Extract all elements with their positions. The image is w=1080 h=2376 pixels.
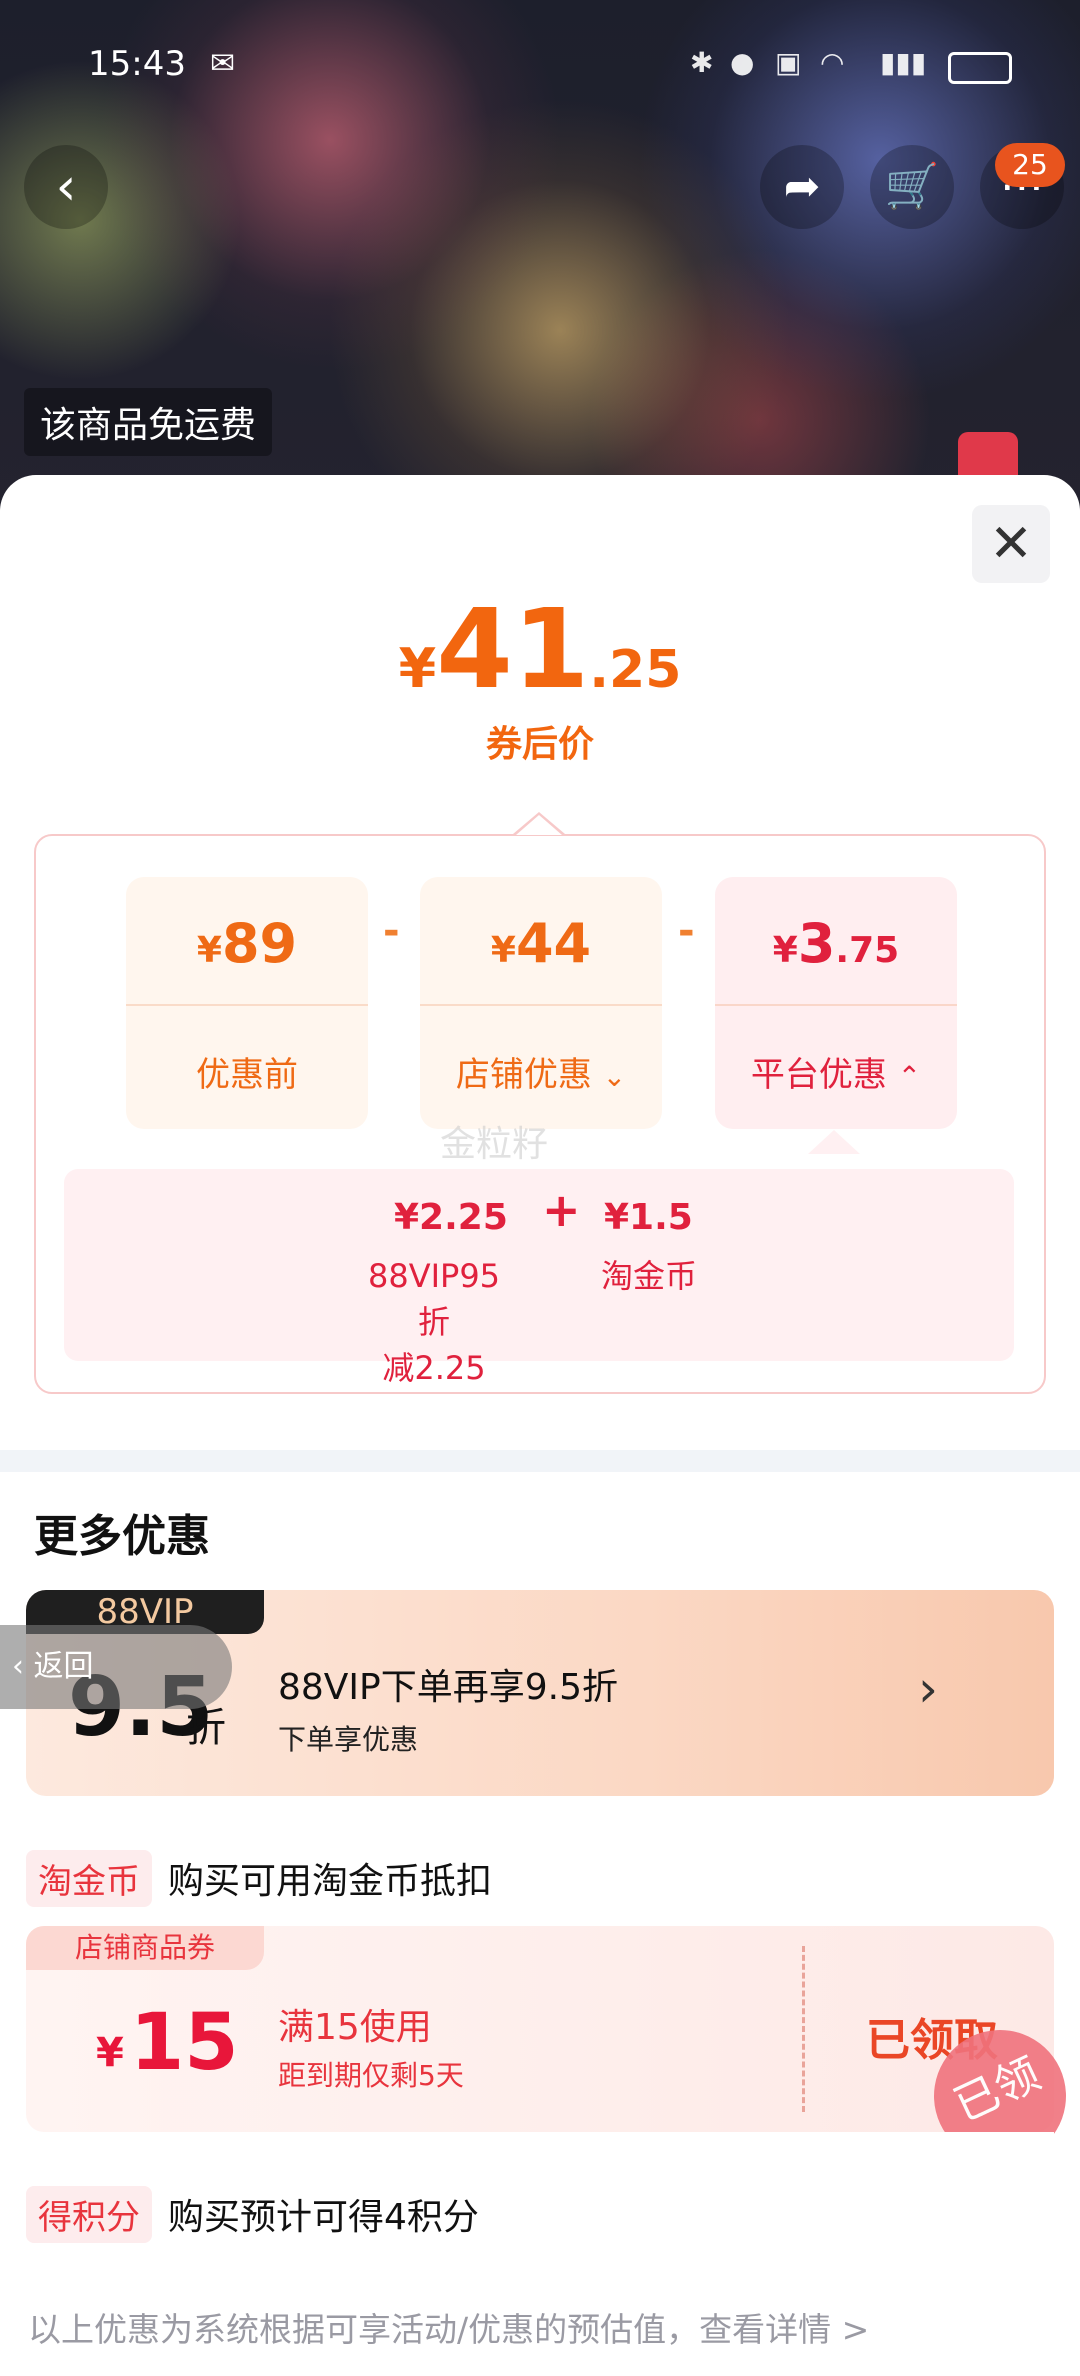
vip-offer-title: 88VIP下单再享9.5折 — [278, 1667, 619, 1708]
taojinbi-text: 购买可用淘金币抵扣 — [168, 1861, 493, 1902]
platform-decimal: .75 — [835, 930, 900, 971]
coupon-amount: 15 — [130, 1998, 239, 2088]
free-shipping-label: 该商品免运费 — [24, 388, 273, 456]
section-divider — [0, 1450, 1080, 1472]
price-integer: 41 — [436, 585, 590, 713]
chevron-down-icon: ⌄ — [602, 1060, 627, 1093]
bluetooth-icon: ✱ — [690, 46, 714, 79]
coupon-expiry: 距到期仅剩5天 — [278, 2059, 464, 2092]
price-label: 券后价 — [485, 724, 594, 765]
cart-icon[interactable]: 🛒 — [870, 145, 954, 229]
final-price: ¥41.25 — [0, 585, 1080, 713]
vip-discount-sublabel: 减2.25 — [382, 1349, 486, 1387]
platform-currency: ¥ — [772, 930, 798, 971]
disclaimer-link[interactable]: 以上优惠为系统根据可享活动/优惠的预估值，查看详情 > — [28, 2303, 869, 2351]
cart-count-badge: 25 — [995, 143, 1065, 187]
minus-sign: - — [678, 908, 695, 954]
location-icon: ● — [730, 46, 755, 79]
status-bar: 15:43 ✉ ✱ ● ▣ ◠ ▮▮▮ — [0, 40, 1080, 90]
minus-sign: - — [383, 908, 400, 954]
price-currency: ¥ — [398, 637, 437, 700]
chevron-up-icon: ⌃ — [897, 1060, 922, 1093]
store-label: 店铺优惠 — [455, 1055, 592, 1095]
before-currency: ¥ — [196, 930, 222, 971]
vip-offer-subtitle: 下单享优惠 — [278, 1723, 419, 1756]
platform-integer: 3 — [797, 912, 836, 975]
card-before-discount: ¥89 优惠前 — [126, 877, 368, 1129]
nfc-icon: ▣ — [775, 46, 802, 79]
points-text: 购买预计可得4积分 — [168, 2197, 479, 2238]
price-decimal: .25 — [589, 640, 682, 700]
coupon-divider — [802, 1946, 805, 2112]
signal-icon: ▮▮▮ — [880, 46, 927, 79]
vip-discount-label: 88VIP95折 — [367, 1257, 501, 1341]
coupon-condition: 满15使用 — [278, 2007, 432, 2048]
chevron-right-icon[interactable]: › — [918, 1660, 938, 1718]
wifi-icon: ◠ — [820, 46, 845, 79]
card-store-discount[interactable]: ¥44 店铺优惠 ⌄ — [420, 877, 662, 1129]
store-currency: ¥ — [490, 930, 516, 971]
platform-details: ¥2.25 88VIP95折 减2.25 + ¥1.5 淘金币 — [64, 1169, 1014, 1387]
more-offers-title: 更多优惠 — [34, 1511, 210, 1562]
coupon-currency: ¥ — [96, 2030, 124, 2076]
status-time: 15:43 — [88, 44, 186, 84]
share-icon[interactable]: ➦ — [760, 145, 844, 229]
battery-icon — [948, 52, 1012, 84]
close-icon[interactable]: ✕ — [972, 505, 1050, 583]
platform-pointer — [808, 1130, 860, 1154]
store-value: 44 — [515, 912, 592, 975]
watermark: 金粒籽 — [440, 1124, 549, 1165]
vip-discount-value: ¥2.25 — [394, 1197, 508, 1238]
coupon-tag: 店铺商品券 — [26, 1926, 264, 1970]
back-label: 返回 — [33, 1649, 94, 1684]
wechat-icon: ✉ — [210, 46, 236, 81]
taojinbi-value: ¥1.5 — [604, 1197, 693, 1238]
back-chevron-icon: ‹ — [12, 1649, 34, 1684]
taojinbi-label: 淘金币 — [600, 1257, 697, 1295]
points-tag: 得积分 — [26, 2186, 152, 2243]
back-floating-button[interactable]: ‹ 返回 — [0, 1625, 232, 1709]
back-arrow-icon[interactable]: ‹ — [24, 145, 108, 229]
taojinbi-tag: 淘金币 — [26, 1850, 152, 1907]
before-value: 89 — [221, 912, 298, 975]
platform-label: 平台优惠 — [750, 1055, 887, 1095]
card-platform-discount[interactable]: ¥3.75 平台优惠 ⌃ — [715, 877, 957, 1129]
before-label: 优惠前 — [196, 1055, 298, 1095]
plus-sign: + — [542, 1183, 581, 1237]
